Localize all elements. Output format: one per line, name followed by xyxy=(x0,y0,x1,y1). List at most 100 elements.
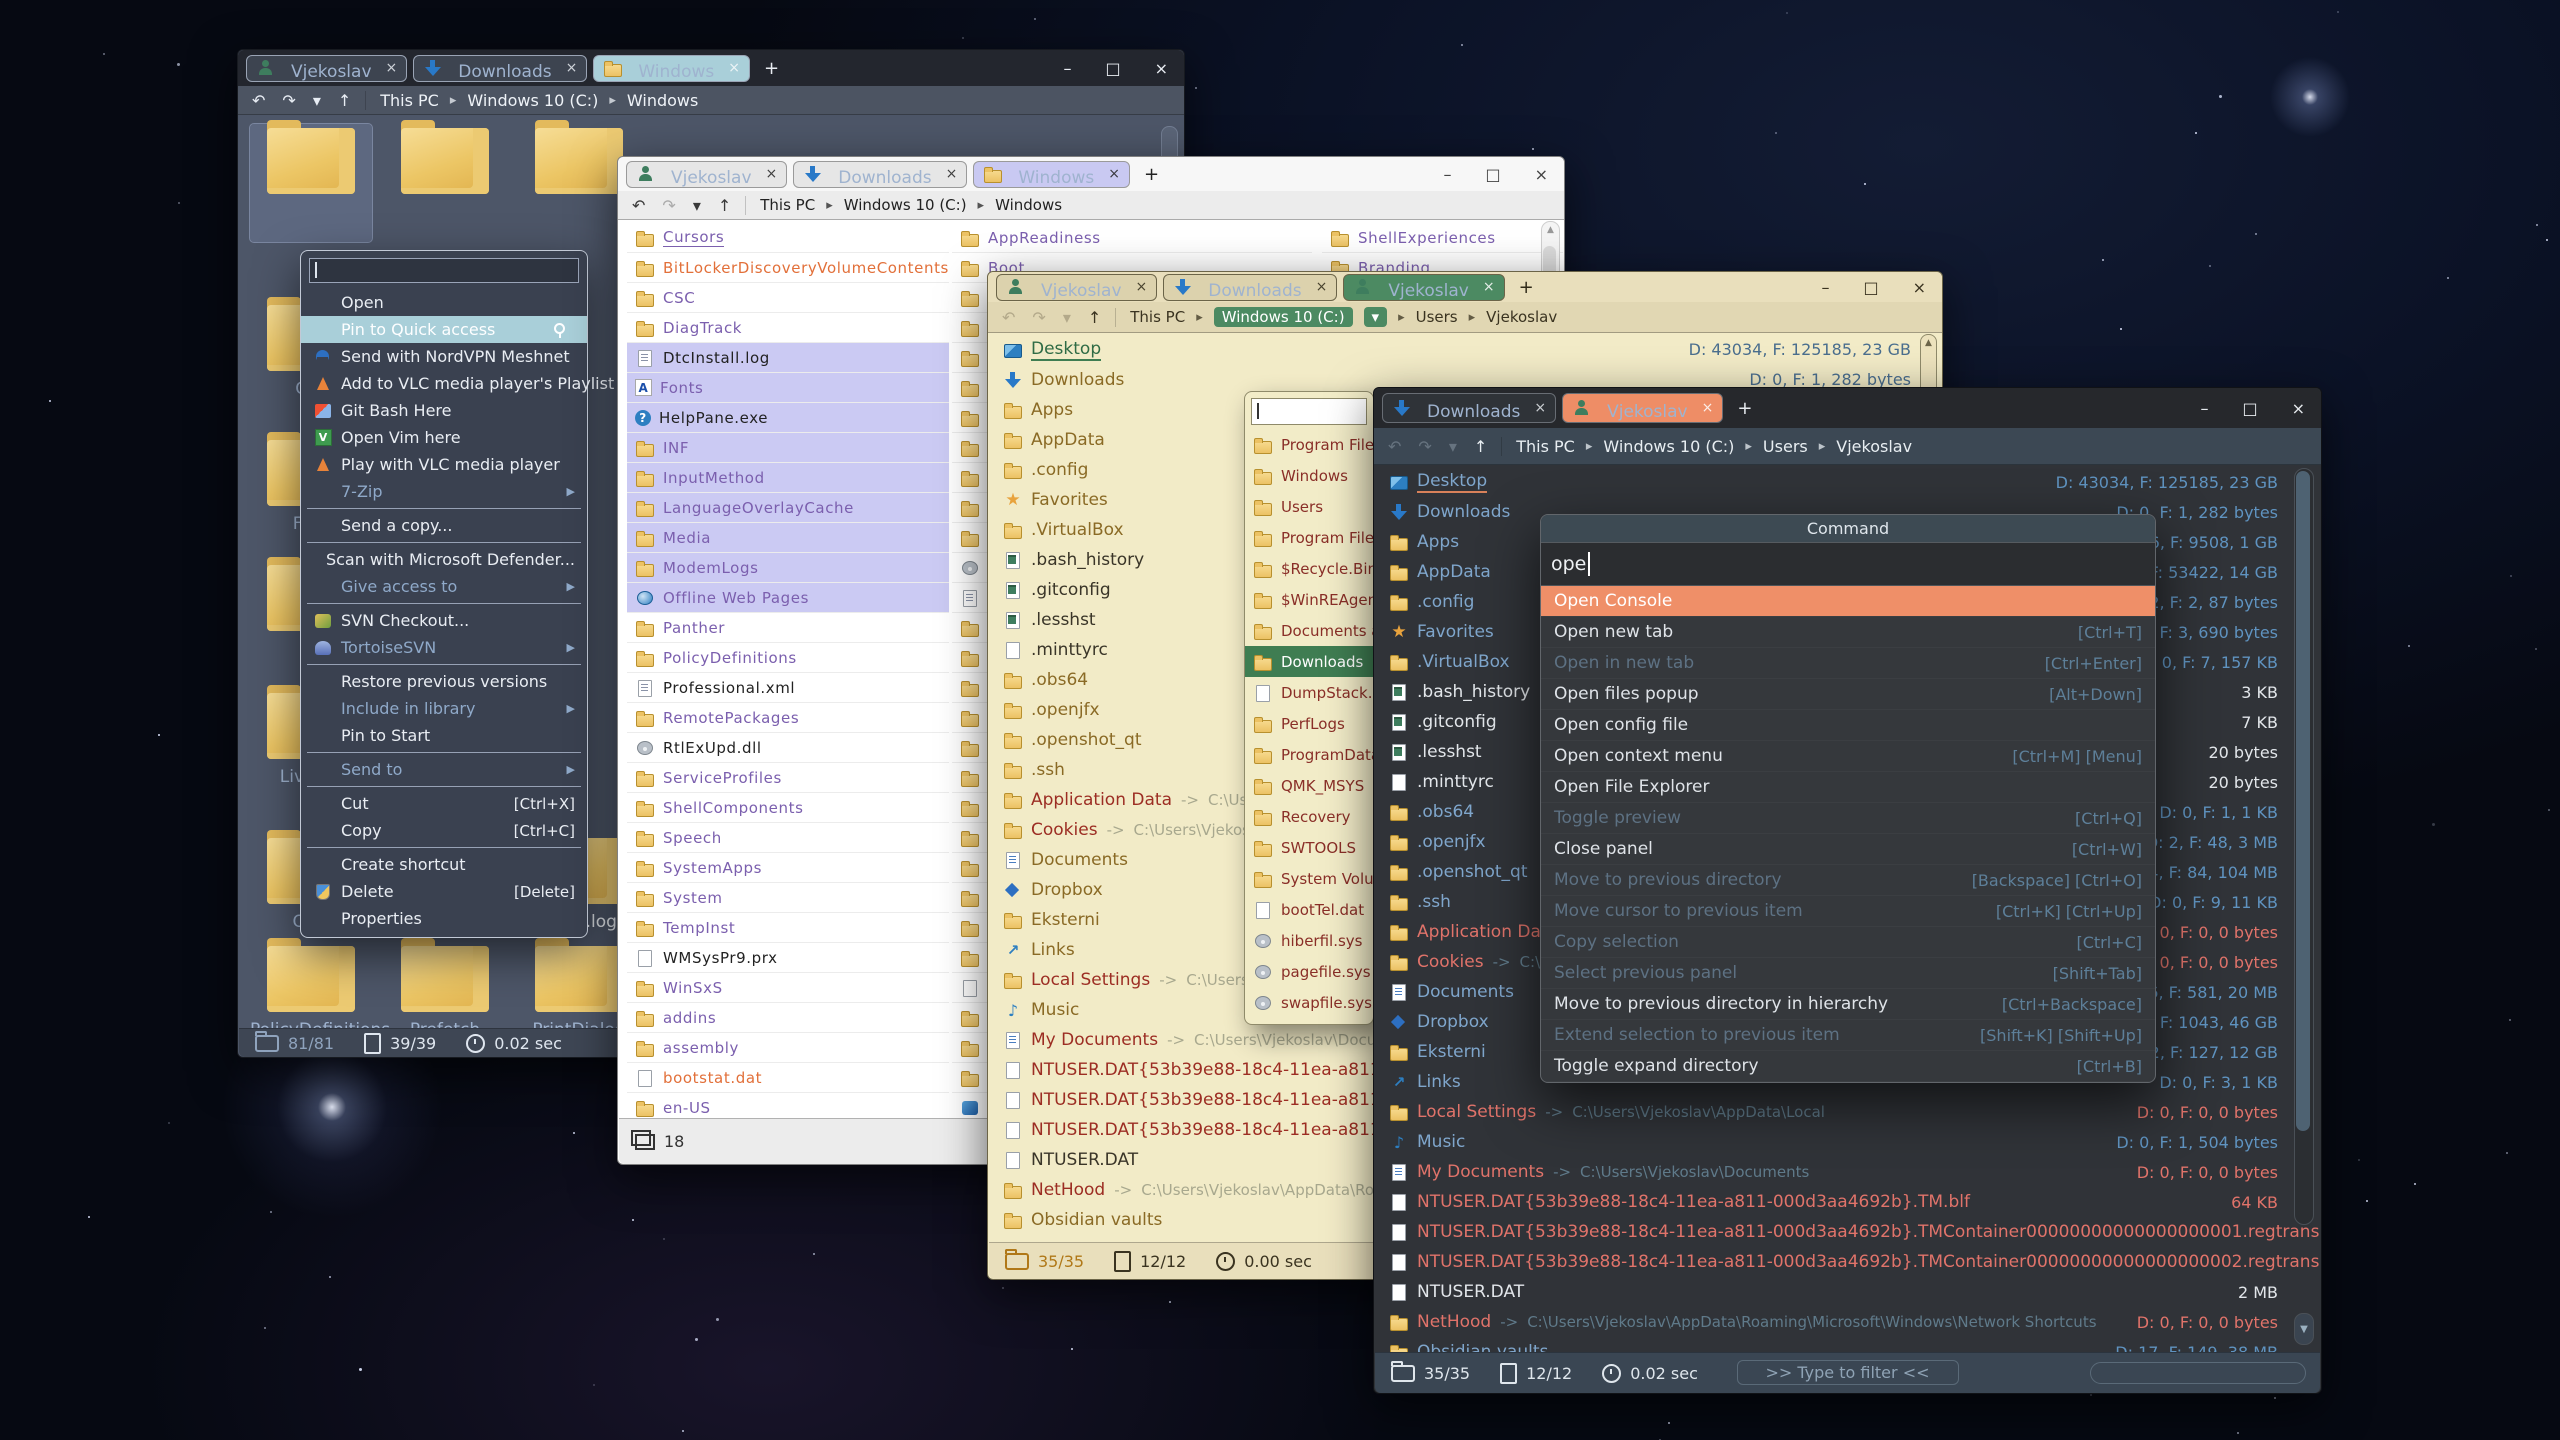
tab-downloads[interactable]: Downloads× xyxy=(793,161,967,188)
file-row-inf[interactable]: INF xyxy=(627,433,949,463)
menu-item-send-to[interactable]: Send to▶ xyxy=(301,756,587,783)
menu-item-pin-to-start[interactable]: Pin to Start xyxy=(301,722,587,749)
file-row-cursors[interactable]: Cursors xyxy=(627,223,949,253)
command-open-in-new-tab[interactable]: Open in new tab[Ctrl+Enter] xyxy=(1541,648,2155,679)
folder-tile[interactable] xyxy=(384,124,506,242)
tab-close-icon[interactable]: × xyxy=(1534,400,1546,416)
nav-up-button[interactable]: ↑ xyxy=(338,91,351,110)
tab-close-icon[interactable]: × xyxy=(946,166,958,182)
folder-tile-policydefinitions[interactable]: PolicyDefinitions xyxy=(250,942,372,1029)
menu-item-create-shortcut[interactable]: Create shortcut xyxy=(301,851,587,878)
tab-vjekoslav[interactable]: Vjekoslav× xyxy=(246,55,407,82)
dropdown-item-programdata[interactable]: ProgramData xyxy=(1245,739,1373,770)
new-tab-button[interactable]: + xyxy=(1511,277,1542,298)
nav-forward-button[interactable]: ↷ xyxy=(662,196,675,215)
file-row-media[interactable]: Media xyxy=(627,523,949,553)
breadcrumb-item-this-pc[interactable]: This PC xyxy=(1130,308,1185,326)
tab-vjekoslav[interactable]: Vjekoslav× xyxy=(996,274,1157,301)
menu-item-scan-with-microsoft-defender[interactable]: Scan with Microsoft Defender... xyxy=(301,546,587,573)
file-row-ntuser-dat[interactable]: NTUSER.DAT2 MB xyxy=(1381,1277,2286,1307)
breadcrumb-item-this-pc[interactable]: This PC xyxy=(380,91,439,110)
file-row-speech[interactable]: Speech xyxy=(627,823,949,853)
breadcrumb-item-this-pc[interactable]: This PC xyxy=(760,196,815,214)
file-row-assembly[interactable]: assembly xyxy=(627,1033,949,1063)
command-open-config-file[interactable]: Open config file xyxy=(1541,710,2155,741)
tab-downloads[interactable]: Downloads× xyxy=(1382,393,1556,423)
file-row-appreadiness[interactable]: AppReadiness xyxy=(952,223,1312,253)
breadcrumb-item-windows[interactable]: Windows xyxy=(995,196,1062,214)
breadcrumb-item-this-pc[interactable]: This PC xyxy=(1516,437,1575,456)
minimize-button[interactable]: – xyxy=(1821,278,1829,297)
command-move-to-previous-directory-in-hierarchy[interactable]: Move to previous directory in hierarchy[… xyxy=(1541,989,2155,1020)
menu-item-send-a-copy[interactable]: Send a copy... xyxy=(301,512,587,539)
file-row-addins[interactable]: addins xyxy=(627,1003,949,1033)
command-move-to-previous-directory[interactable]: Move to previous directory[Backspace] [C… xyxy=(1541,865,2155,896)
file-row-professional-xml[interactable]: Professional.xml xyxy=(627,673,949,703)
menu-item-7-zip[interactable]: 7-Zip▶ xyxy=(301,478,587,505)
menu-item-open-vim-here[interactable]: VOpen Vim here xyxy=(301,424,587,451)
new-tab-button[interactable]: + xyxy=(1136,164,1167,185)
dropdown-item-recovery[interactable]: Recovery xyxy=(1245,801,1373,832)
file-row-csc[interactable]: CSC xyxy=(627,283,949,313)
breadcrumb-item-windows[interactable]: Windows xyxy=(627,91,698,110)
breadcrumb-dropdown-button[interactable]: ▾ xyxy=(1364,307,1388,327)
minimize-button[interactable]: – xyxy=(1443,165,1451,184)
menu-item-properties[interactable]: Properties xyxy=(301,905,587,932)
menu-item-send-with-nordvpn-meshnet[interactable]: Send with NordVPN Meshnet xyxy=(301,343,587,370)
dropdown-item-pagefile-sys[interactable]: pagefile.sys xyxy=(1245,956,1373,987)
file-row-ntuser-dat-53b39e88-18c4-11ea-a811-000d3[interactable]: NTUSER.DAT{53b39e88-18c4-11ea-a811-000d3… xyxy=(1381,1247,2286,1277)
new-tab-button[interactable]: + xyxy=(756,58,787,79)
nav-back-button[interactable]: ↶ xyxy=(632,196,645,215)
breadcrumb-item-users[interactable]: Users xyxy=(1416,308,1458,326)
titlebar[interactable]: Downloads×Vjekoslav×+ –□× xyxy=(1374,388,2321,428)
file-row-panther[interactable]: Panther xyxy=(627,613,949,643)
command-open-console[interactable]: Open Console xyxy=(1541,586,2155,617)
tab-windows[interactable]: Windows× xyxy=(593,55,750,82)
titlebar[interactable]: Vjekoslav×Downloads×Windows×+ –□× xyxy=(238,50,1184,86)
file-row-tempinst[interactable]: TempInst xyxy=(627,913,949,943)
scrollbar-thumb[interactable] xyxy=(2296,471,2310,1131)
titlebar[interactable]: Vjekoslav×Downloads×Vjekoslav× + – □ × xyxy=(988,272,1942,302)
file-row-serviceprofiles[interactable]: ServiceProfiles xyxy=(627,763,949,793)
close-button[interactable]: × xyxy=(1913,278,1926,297)
close-button[interactable]: × xyxy=(1535,165,1548,184)
file-row-policydefinitions[interactable]: PolicyDefinitions xyxy=(627,643,949,673)
tab-vjekoslav[interactable]: Vjekoslav× xyxy=(626,161,787,188)
tab-vjekoslav[interactable]: Vjekoslav× xyxy=(1343,274,1504,301)
dropdown-item-recycle-bin[interactable]: $Recycle.Bin xyxy=(1245,553,1373,584)
dropdown-item-swtools[interactable]: SWTOOLS xyxy=(1245,832,1373,863)
dropdown-item-boottel-dat[interactable]: bootTel.dat xyxy=(1245,894,1373,925)
file-row-diagtrack[interactable]: DiagTrack xyxy=(627,313,949,343)
file-row-dtcinstall-log[interactable]: DtcInstall.log xyxy=(627,343,949,373)
maximize-button[interactable]: □ xyxy=(1863,278,1878,297)
nav-history-button[interactable]: ▾ xyxy=(693,196,701,215)
close-button[interactable]: × xyxy=(2292,399,2305,418)
file-row-shellexperiences[interactable]: ShellExperiences xyxy=(1322,223,1563,253)
nav-history-button[interactable]: ▾ xyxy=(1063,308,1071,327)
type-to-filter-button[interactable]: >> Type to filter << xyxy=(1737,1360,1959,1385)
dropdown-item-dumpstack-log-tmp[interactable]: DumpStack.log.tmp xyxy=(1245,677,1373,708)
tab-close-icon[interactable]: × xyxy=(1108,166,1120,182)
menu-item-add-to-vlc-media-player-s-playlist[interactable]: Add to VLC media player's Playlist xyxy=(301,370,587,397)
tab-downloads[interactable]: Downloads× xyxy=(1163,274,1337,301)
command-open-new-tab[interactable]: Open new tab[Ctrl+T] xyxy=(1541,617,2155,648)
menu-item-open[interactable]: Open xyxy=(301,289,587,316)
menu-item-include-in-library[interactable]: Include in library▶ xyxy=(301,695,587,722)
file-row-offline-web-pages[interactable]: Offline Web Pages xyxy=(627,583,949,613)
maximize-button[interactable]: □ xyxy=(1105,59,1120,78)
maximize-button[interactable]: □ xyxy=(1485,165,1500,184)
file-row-my-documents[interactable]: My Documents->C:\Users\Vjekoslav\Documen… xyxy=(1381,1157,2286,1187)
file-row-ntuser-dat-53b39e88-18c4-11ea-a811-000d3[interactable]: NTUSER.DAT{53b39e88-18c4-11ea-a811-000d3… xyxy=(1381,1187,2286,1217)
file-row-inputmethod[interactable]: InputMethod xyxy=(627,463,949,493)
file-row-shellcomponents[interactable]: ShellComponents xyxy=(627,793,949,823)
nav-up-button[interactable]: ↑ xyxy=(718,196,731,215)
menu-item-tortoisesvn[interactable]: TortoiseSVN▶ xyxy=(301,634,587,661)
scrollbar[interactable] xyxy=(2294,468,2314,1225)
command-open-context-menu[interactable]: Open context menu[Ctrl+M] [Menu] xyxy=(1541,741,2155,772)
file-row-obsidian-vaults[interactable]: Obsidian vaultsD: 17, F: 149, 38 MB xyxy=(1381,1337,2286,1353)
menu-item-delete[interactable]: Delete[Delete] xyxy=(301,878,587,905)
file-row-en-us[interactable]: en-US xyxy=(627,1093,949,1119)
file-row-modemlogs[interactable]: ModemLogs xyxy=(627,553,949,583)
dropdown-item-system-volume-information[interactable]: System Volume Information xyxy=(1245,863,1373,894)
command-select-previous-panel[interactable]: Select previous panel[Shift+Tab] xyxy=(1541,958,2155,989)
